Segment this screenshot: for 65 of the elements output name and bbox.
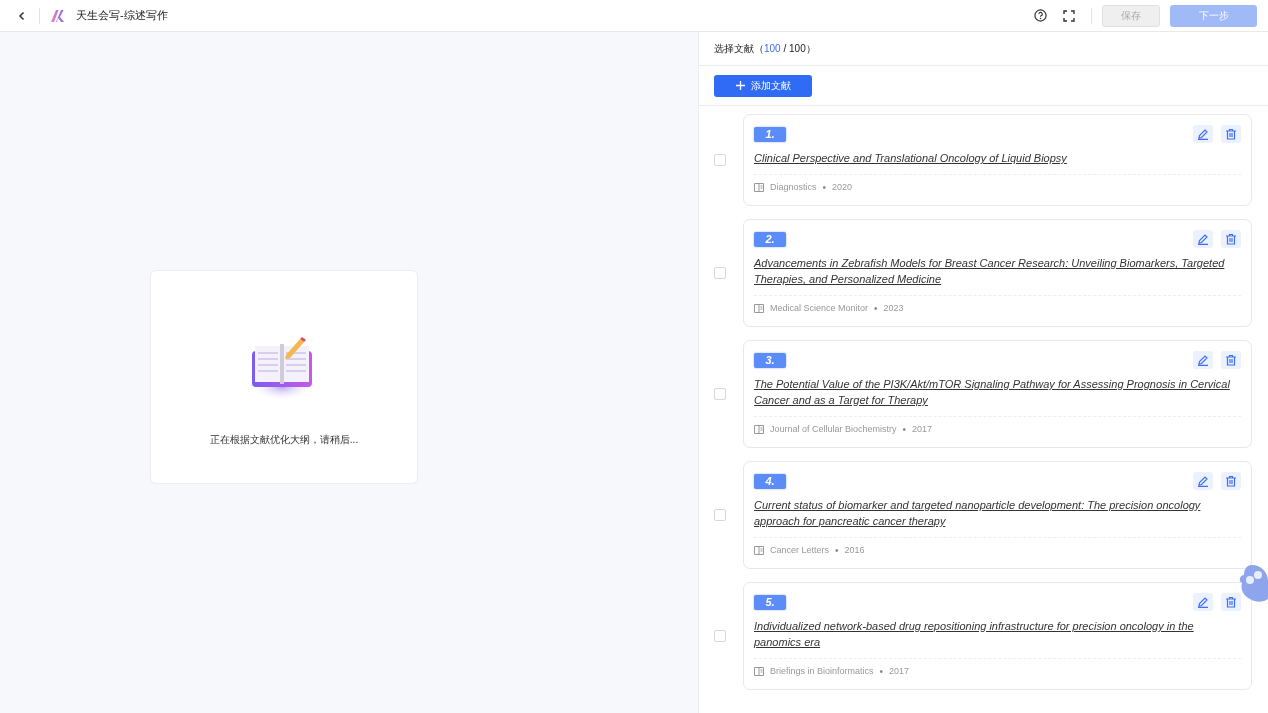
reference-number: 2.: [754, 231, 786, 247]
reference-title[interactable]: Current status of biomarker and targeted nanoparticle development: The precision oncology approach for pancreatic cancer therapy: [754, 497, 1241, 538]
reference-title[interactable]: The Potential Value of the PI3K/Akt/mTOR Signaling Pathway for Assessing Prognosis in Cervical Cancer and as a Target for Therapy: [754, 376, 1241, 417]
book-icon: [754, 303, 764, 313]
separator-dot: •: [835, 544, 839, 556]
back-icon: [17, 10, 27, 21]
delete-button[interactable]: [1221, 472, 1241, 490]
pencil-icon: [1197, 354, 1209, 366]
edit-button[interactable]: [1193, 593, 1213, 611]
journal-name: Cancer Letters: [770, 545, 830, 555]
delete-button[interactable]: [1221, 593, 1241, 611]
delete-button[interactable]: [1221, 125, 1241, 143]
delete-button[interactable]: [1221, 230, 1241, 248]
journal-name: Diagnostics: [770, 182, 817, 192]
publication-year: 2020: [832, 182, 853, 192]
delete-button[interactable]: [1221, 351, 1241, 369]
separator-dot: •: [902, 423, 907, 435]
pencil-icon: [1197, 128, 1209, 140]
pencil-icon: [1197, 475, 1209, 487]
add-reference-button[interactable]: 添加文献: [714, 74, 812, 97]
help-icon[interactable]: [1034, 9, 1047, 22]
panel-title: 选择文献（100 / 100）: [714, 41, 816, 56]
book-icon: [754, 182, 764, 192]
logo-icon: [50, 8, 66, 23]
journal-name: Briefings in Bioinformatics: [770, 666, 874, 676]
reference-number: 5.: [754, 594, 786, 610]
reference-title[interactable]: Clinical Perspective and Translational Oncology of Liquid Biopsy: [754, 150, 1241, 175]
edit-button[interactable]: [1193, 230, 1213, 248]
reference-title[interactable]: Individualized network-based drug repositioning infrastructure for precision oncology in the panomics era: [754, 618, 1241, 659]
checkbox[interactable]: [714, 509, 726, 521]
checkbox[interactable]: [714, 154, 726, 166]
edit-button[interactable]: [1193, 472, 1213, 490]
journal-name: Medical Science Monitor: [770, 303, 869, 313]
journal-name: Journal of Cellular Biochemistry: [770, 424, 897, 434]
plus-icon: [735, 81, 745, 90]
separator-dot: •: [822, 181, 827, 193]
checkbox[interactable]: [714, 388, 726, 400]
pencil-icon: [1197, 596, 1209, 608]
mascot-icon[interactable]: [1238, 563, 1268, 605]
trash-icon: [1225, 128, 1237, 140]
publication-year: 2023: [883, 303, 904, 313]
reference-number: 3.: [754, 352, 786, 368]
reference-number: 4.: [754, 473, 786, 489]
separator-dot: •: [879, 665, 884, 677]
checkbox[interactable]: [714, 267, 726, 279]
edit-button[interactable]: [1193, 351, 1213, 369]
trash-icon: [1225, 475, 1237, 487]
publication-year: 2017: [912, 424, 933, 434]
trash-icon: [1225, 354, 1237, 366]
edit-button[interactable]: [1193, 125, 1213, 143]
reference-title[interactable]: Advancements in Zebrafish Models for Breast Cancer Research: Unveiling Biomarkers, Targeted Therapies, and Personalized Medicine: [754, 255, 1241, 296]
trash-icon: [1225, 596, 1237, 608]
publication-year: 2016: [844, 545, 865, 555]
app-title: 天生会写-综述写作: [76, 8, 168, 23]
publication-year: 2017: [889, 666, 910, 676]
reference-number: 1.: [754, 126, 786, 142]
book-icon: [754, 424, 764, 434]
checkbox[interactable]: [714, 630, 726, 642]
pencil-icon: [1197, 233, 1209, 245]
fullscreen-icon[interactable]: [1063, 9, 1075, 22]
book-icon: [754, 666, 764, 676]
trash-icon: [1225, 233, 1237, 245]
loading-message: 正在根据文献优化大纲，请稍后...: [209, 432, 359, 447]
separator-dot: •: [874, 302, 878, 314]
book-icon: [754, 545, 764, 555]
